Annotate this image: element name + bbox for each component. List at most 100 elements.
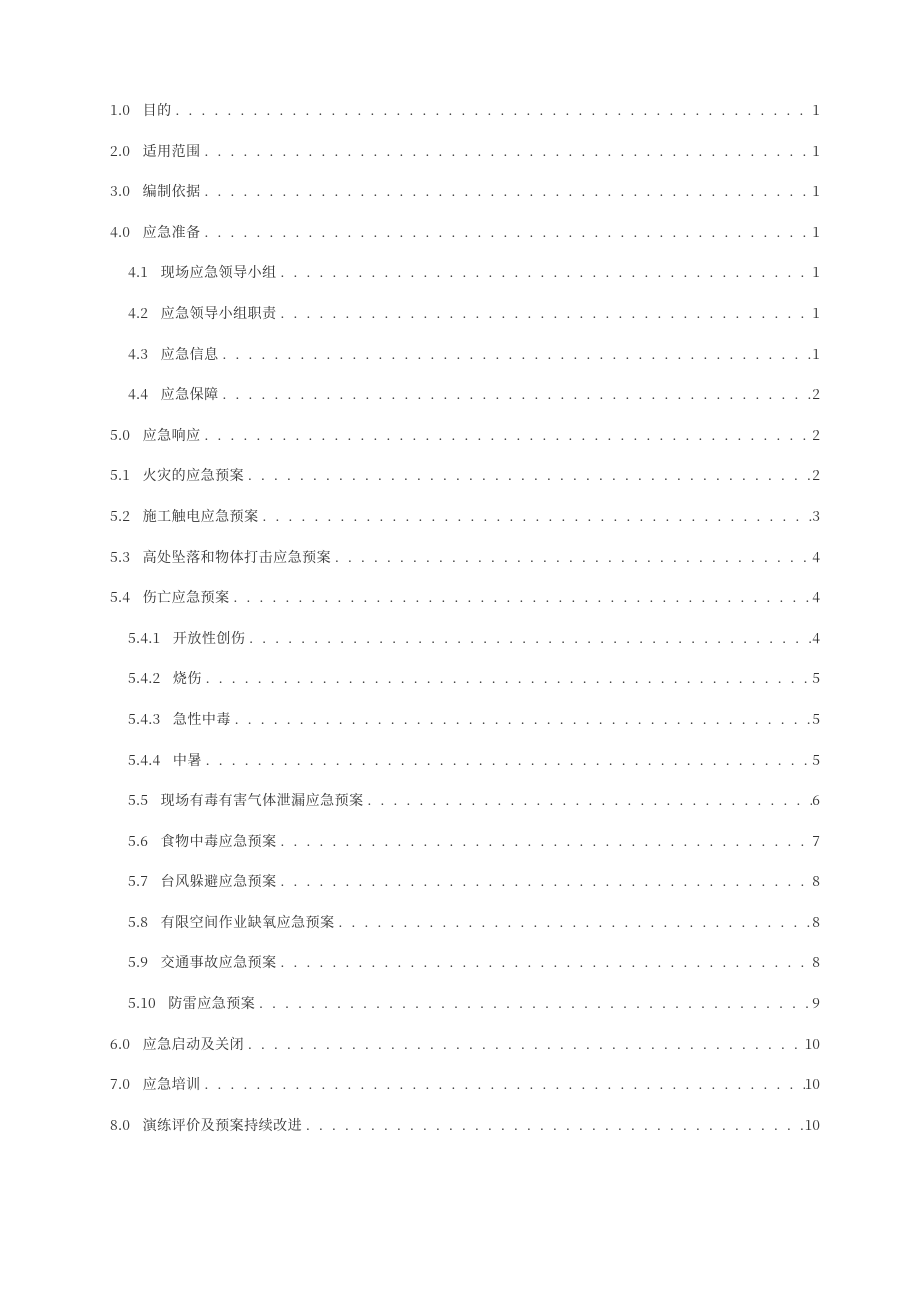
toc-leader-dots: . . . . . . . . . . . . . . . . . . . . … <box>244 467 812 487</box>
toc-entry[interactable]: 5.10防雷应急预案. . . . . . . . . . . . . . . … <box>110 994 820 1015</box>
toc-entry-title: 应急保障 <box>161 385 219 405</box>
toc-leader-dots: . . . . . . . . . . . . . . . . . . . . … <box>230 589 813 609</box>
toc-entry-page: 1 <box>812 182 820 202</box>
toc-leader-dots: . . . . . . . . . . . . . . . . . . . . … <box>201 143 813 163</box>
toc-entry-page: 1 <box>812 263 820 283</box>
toc-leader-dots: . . . . . . . . . . . . . . . . . . . . … <box>202 752 812 772</box>
toc-leader-dots: . . . . . . . . . . . . . . . . . . . . … <box>277 873 813 893</box>
toc-entry-number: 2.0 <box>110 142 130 162</box>
toc-entry-page: 2 <box>812 426 820 446</box>
toc-entry-number: 5.7 <box>128 872 148 892</box>
toc-entry[interactable]: 8.0演练评价及预案持续改进. . . . . . . . . . . . . … <box>110 1116 820 1137</box>
toc-entry-title: 应急启动及关闭 <box>143 1035 245 1055</box>
toc-entry-title: 防雷应急预案 <box>168 994 255 1014</box>
toc-entry-title: 编制依据 <box>143 182 201 202</box>
toc-entry[interactable]: 3.0 编制依据. . . . . . . . . . . . . . . . .… <box>110 182 820 203</box>
toc-entry-title: 烧伤 <box>173 669 202 689</box>
toc-entry-page: 2 <box>812 466 820 486</box>
toc-entry-title: 火灾的应急预案 <box>143 466 245 486</box>
toc-entry[interactable]: 5.4伤亡应急预案. . . . . . . . . . . . . . . .… <box>110 588 820 609</box>
toc-leader-dots: . . . . . . . . . . . . . . . . . . . . … <box>277 954 813 974</box>
toc-entry-page: 10 <box>805 1116 820 1136</box>
toc-entry-number: 5.4.2 <box>128 669 160 689</box>
toc-entry-number: 8.0 <box>110 1116 130 1136</box>
toc-entry-number: 5.4.3 <box>128 710 160 730</box>
toc-entry-title: 目的 <box>143 101 172 121</box>
toc-entry[interactable]: 5.2施工触电应急预案. . . . . . . . . . . . . . .… <box>110 507 820 528</box>
toc-entry[interactable]: 5.5现场有毒有害气体泄漏应急预案. . . . . . . . . . . .… <box>110 791 820 812</box>
toc-entry[interactable]: 2.0 适用范围. . . . . . . . . . . . . . . . .… <box>110 142 820 163</box>
toc-entry-title: 食物中毒应急预案 <box>161 832 277 852</box>
toc-entry-page: 10 <box>805 1075 820 1095</box>
toc-leader-dots: . . . . . . . . . . . . . . . . . . . . … <box>172 102 813 122</box>
toc-leader-dots: . . . . . . . . . . . . . . . . . . . . … <box>277 264 813 284</box>
toc-leader-dots: . . . . . . . . . . . . . . . . . . . . … <box>245 630 812 650</box>
toc-entry-number: 3.0 <box>110 182 130 202</box>
toc-entry[interactable]: 5.0应急响应. . . . . . . . . . . . . . . . .… <box>110 426 820 447</box>
toc-leader-dots: . . . . . . . . . . . . . . . . . . . . … <box>201 183 813 203</box>
toc-entry-number: 4.2 <box>128 304 148 324</box>
toc-entry-number: 5.3 <box>110 548 130 568</box>
toc-entry-title: 交通事故应急预案 <box>161 953 277 973</box>
toc-entry-page: 9 <box>812 994 820 1014</box>
toc-entry-page: 7 <box>812 832 820 852</box>
toc-entry-page: 4 <box>812 629 820 649</box>
toc-leader-dots: . . . . . . . . . . . . . . . . . . . . … <box>255 995 812 1015</box>
toc-leader-dots: . . . . . . . . . . . . . . . . . . . . … <box>331 549 812 569</box>
toc-entry[interactable]: 5.1 火灾的应急预案. . . . . . . . . . . . . . . … <box>110 466 820 487</box>
toc-entry-page: 1 <box>812 223 820 243</box>
toc-entry[interactable]: 4.0应急准备. . . . . . . . . . . . . . . . .… <box>110 223 820 244</box>
toc-leader-dots: . . . . . . . . . . . . . . . . . . . . … <box>231 711 812 731</box>
toc-entry-number: 7.0 <box>110 1075 130 1095</box>
toc-entry[interactable]: 6.0 应急启动及关闭. . . . . . . . . . . . . . . … <box>110 1035 820 1056</box>
toc-leader-dots: . . . . . . . . . . . . . . . . . . . . … <box>201 1076 805 1096</box>
toc-entry-title: 施工触电应急预案 <box>143 507 259 527</box>
toc-leader-dots: . . . . . . . . . . . . . . . . . . . . … <box>302 1117 805 1137</box>
toc-entry-page: 3 <box>812 507 820 527</box>
toc-entry[interactable]: 1.0 目的. . . . . . . . . . . . . . . . . .… <box>110 101 820 122</box>
toc-entry[interactable]: 5.4.2烧伤. . . . . . . . . . . . . . . . .… <box>110 669 820 690</box>
toc-entry-title: 高处坠落和物体打击应急预案 <box>143 548 332 568</box>
toc-entry[interactable]: 5.4.4中暑. . . . . . . . . . . . . . . . .… <box>110 751 820 772</box>
toc-entry[interactable]: 5.3 高处坠落和物体打击应急预案. . . . . . . . . . . . … <box>110 548 820 569</box>
toc-entry-number: 1.0 <box>110 101 130 121</box>
toc-entry-page: 1 <box>812 345 820 365</box>
toc-entry[interactable]: 4.3 应急信息. . . . . . . . . . . . . . . . .… <box>110 345 820 366</box>
toc-entry-page: 1 <box>812 142 820 162</box>
toc-entry-title: 现场应急领导小组 <box>161 263 277 283</box>
toc-entry[interactable]: 4.4应急保障. . . . . . . . . . . . . . . . .… <box>110 385 820 406</box>
toc-entry-title: 急性中毒 <box>173 710 231 730</box>
toc-entry[interactable]: 5.4.3 急性中毒. . . . . . . . . . . . . . . .… <box>110 710 820 731</box>
toc-entry[interactable]: 5.7 台风躲避应急预案. . . . . . . . . . . . . . .… <box>110 872 820 893</box>
toc-entry-title: 台风躲避应急预案 <box>161 872 277 892</box>
toc-entry[interactable]: 5.4.1开放性创伤. . . . . . . . . . . . . . . … <box>110 629 820 650</box>
toc-entry[interactable]: 4.1现场应急领导小组. . . . . . . . . . . . . . .… <box>110 263 820 284</box>
toc-entry-page: 6 <box>812 791 820 811</box>
toc-leader-dots: . . . . . . . . . . . . . . . . . . . . … <box>201 224 813 244</box>
toc-entry[interactable]: 5.6 食物中毒应急预案. . . . . . . . . . . . . . .… <box>110 832 820 853</box>
toc-entry-page: 5 <box>812 669 820 689</box>
toc-entry-title: 应急信息 <box>161 345 219 365</box>
toc-leader-dots: . . . . . . . . . . . . . . . . . . . . … <box>219 346 813 366</box>
toc-entry-title: 适用范围 <box>143 142 201 162</box>
table-of-contents: 1.0目的. . . . . . . . . . . . . . . . . .… <box>110 101 820 1136</box>
toc-entry[interactable]: 5.9交通事故应急预案. . . . . . . . . . . . . . .… <box>110 953 820 974</box>
toc-entry[interactable]: 7.0应急培训. . . . . . . . . . . . . . . . .… <box>110 1075 820 1096</box>
toc-entry-title: 开放性创伤 <box>173 629 246 649</box>
toc-entry-number: 4.3 <box>128 345 148 365</box>
toc-entry-title: 伤亡应急预案 <box>143 588 230 608</box>
toc-entry-page: 2 <box>812 385 820 405</box>
toc-entry-page: 8 <box>812 953 820 973</box>
toc-entry-number: 6.0 <box>110 1035 130 1055</box>
toc-entry-number: 5.6 <box>128 832 148 852</box>
toc-entry-number: 5.4.4 <box>128 751 160 771</box>
toc-entry-number: 5.1 <box>110 466 130 486</box>
toc-entry-number: 5.2 <box>110 507 130 527</box>
toc-leader-dots: . . . . . . . . . . . . . . . . . . . . … <box>244 1036 805 1056</box>
toc-entry-page: 4 <box>812 548 820 568</box>
toc-entry[interactable]: 5.8有限空间作业缺氧应急预案. . . . . . . . . . . . .… <box>110 913 820 934</box>
toc-entry[interactable]: 4.2应急领导小组职责. . . . . . . . . . . . . . .… <box>110 304 820 325</box>
toc-entry-number: 5.0 <box>110 426 130 446</box>
toc-leader-dots: . . . . . . . . . . . . . . . . . . . . … <box>277 833 813 853</box>
toc-entry-title: 应急准备 <box>143 223 201 243</box>
